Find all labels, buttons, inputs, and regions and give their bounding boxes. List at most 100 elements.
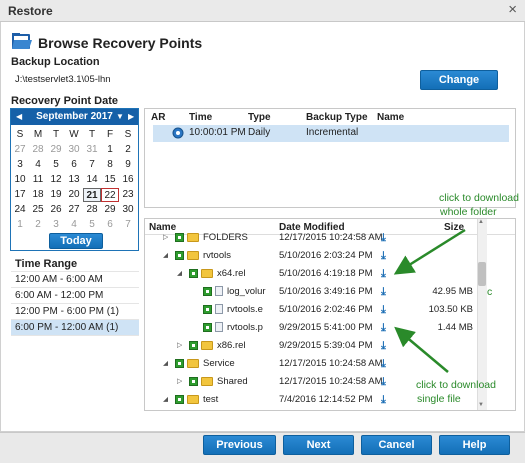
expand-toggle-icon[interactable]: ▷ xyxy=(163,229,168,247)
calendar-day[interactable]: 25 xyxy=(29,203,47,217)
calendar-day[interactable]: 27 xyxy=(11,143,29,157)
calendar-day[interactable]: 11 xyxy=(29,173,47,187)
calendar-day[interactable]: 29 xyxy=(101,203,119,217)
column-header-ar[interactable]: AR xyxy=(151,112,165,123)
annotation-arrow-file xyxy=(394,326,449,373)
calendar-day[interactable]: 12 xyxy=(47,173,65,187)
recovery-point-icon xyxy=(172,127,184,139)
window-titlebar: Restore × xyxy=(0,0,525,22)
cancel-button[interactable]: Cancel xyxy=(361,435,432,455)
column-header-name[interactable]: Name xyxy=(377,112,404,123)
calendar-day[interactable]: 30 xyxy=(65,143,83,157)
calendar-day[interactable]: 19 xyxy=(47,188,65,202)
calendar-day[interactable]: 4 xyxy=(65,218,83,232)
calendar-day[interactable]: 24 xyxy=(11,203,29,217)
annotation-file-line2: single file xyxy=(417,393,461,405)
prev-month-icon[interactable]: ◀ xyxy=(16,109,22,125)
annotation-file-line1: click to download xyxy=(416,379,496,391)
expand-toggle-icon[interactable]: ▷ xyxy=(177,337,182,355)
table-row[interactable]: 10:00:01 PM Daily Incremental xyxy=(153,125,509,142)
expand-toggle-icon[interactable]: ◢ xyxy=(177,265,182,283)
column-header-backup-type[interactable]: Backup Type xyxy=(306,112,368,123)
expand-toggle-icon[interactable]: ◢ xyxy=(163,247,168,265)
calendar-day[interactable]: 13 xyxy=(65,173,83,187)
select-checkbox[interactable] xyxy=(203,301,212,319)
previous-button[interactable]: Previous xyxy=(203,435,276,455)
item-date-modified: 7/4/2016 12:14:52 PM xyxy=(279,394,373,405)
calendar-day[interactable]: 3 xyxy=(47,218,65,232)
weekday-label: T xyxy=(52,129,60,140)
time-range-item[interactable]: 12:00 PM - 6:00 PM (1) xyxy=(11,304,139,320)
calendar-day[interactable]: 26 xyxy=(47,203,65,217)
recovery-point-date-label: Recovery Point Date xyxy=(11,95,118,107)
time-range-item[interactable]: 12:00 AM - 6:00 AM xyxy=(11,272,139,288)
file-icon xyxy=(215,283,223,301)
select-checkbox[interactable] xyxy=(203,319,212,337)
change-button[interactable]: Change xyxy=(420,70,498,90)
calendar-day[interactable]: 8 xyxy=(101,158,119,172)
calendar-day[interactable]: 1 xyxy=(11,218,29,232)
calendar-day[interactable]: 31 xyxy=(83,143,101,157)
calendar-day[interactable]: 6 xyxy=(101,218,119,232)
calendar-day[interactable]: 3 xyxy=(11,158,29,172)
calendar-day[interactable]: 7 xyxy=(119,218,137,232)
time-range-item-selected[interactable]: 6:00 PM - 12:00 AM (1) xyxy=(11,320,139,336)
help-button[interactable]: Help xyxy=(439,435,510,455)
month-dropdown-icon[interactable]: ▼ xyxy=(116,109,124,125)
calendar-day[interactable]: 30 xyxy=(119,203,137,217)
weekday-label: W xyxy=(69,129,79,140)
recovery-point-backup-type: Incremental xyxy=(306,127,359,138)
calendar-day[interactable]: 5 xyxy=(83,218,101,232)
time-range-item[interactable]: 6:00 AM - 12:00 PM xyxy=(11,288,139,304)
calendar-day[interactable]: 15 xyxy=(101,173,119,187)
calendar-day[interactable]: 5 xyxy=(47,158,65,172)
calendar-day[interactable]: 18 xyxy=(29,188,47,202)
expand-toggle-icon[interactable]: ▷ xyxy=(177,373,182,391)
download-icon[interactable]: ⤓ xyxy=(381,391,386,409)
calendar-day[interactable]: 9 xyxy=(119,158,137,172)
select-checkbox[interactable] xyxy=(175,355,184,373)
calendar-day[interactable]: 2 xyxy=(29,218,47,232)
calendar-day[interactable]: 2 xyxy=(119,143,137,157)
calendar-day[interactable]: 22 xyxy=(101,188,119,202)
annotation-arrows xyxy=(393,228,466,373)
calendar-day[interactable]: 7 xyxy=(83,158,101,172)
close-icon[interactable]: × xyxy=(508,1,517,18)
calendar-day[interactable]: 1 xyxy=(101,143,119,157)
select-checkbox[interactable] xyxy=(189,337,198,355)
today-button[interactable]: Today xyxy=(49,233,103,249)
annotation-arrow-folder xyxy=(393,228,466,275)
select-checkbox[interactable] xyxy=(175,391,184,409)
select-checkbox[interactable] xyxy=(189,373,198,391)
select-checkbox[interactable] xyxy=(175,229,184,247)
next-button[interactable]: Next xyxy=(283,435,354,455)
next-month-icon[interactable]: ▶ xyxy=(128,109,134,125)
weekday-label: S xyxy=(124,129,132,140)
calendar-day[interactable]: 28 xyxy=(29,143,47,157)
calendar-day[interactable]: 6 xyxy=(65,158,83,172)
select-checkbox[interactable] xyxy=(189,265,198,283)
item-date-modified: 9/29/2015 5:41:00 PM xyxy=(279,322,373,333)
select-checkbox[interactable] xyxy=(175,247,184,265)
scroll-down-icon[interactable]: ▼ xyxy=(478,402,484,408)
calendar-day[interactable]: 16 xyxy=(119,173,137,187)
calendar-day[interactable]: 27 xyxy=(65,203,83,217)
weekday-label: S xyxy=(16,129,24,140)
window-title: Restore xyxy=(8,4,53,18)
select-checkbox[interactable] xyxy=(203,283,212,301)
calendar-day[interactable]: 14 xyxy=(83,173,101,187)
calendar-day[interactable]: 29 xyxy=(47,143,65,157)
calendar-day[interactable]: 23 xyxy=(119,188,137,202)
calendar-day[interactable]: 28 xyxy=(83,203,101,217)
calendar-day[interactable]: 4 xyxy=(29,158,47,172)
expand-toggle-icon[interactable]: ◢ xyxy=(163,355,168,373)
expand-toggle-icon[interactable]: ◢ xyxy=(163,391,168,409)
calendar-day[interactable]: 21 xyxy=(83,188,101,202)
calendar-day[interactable]: 17 xyxy=(11,188,29,202)
column-header-type[interactable]: Type xyxy=(248,112,271,123)
column-header-time[interactable]: Time xyxy=(189,112,212,123)
calendar-day[interactable]: 20 xyxy=(65,188,83,202)
item-date-modified: 12/17/2015 10:24:58 AM xyxy=(279,232,383,243)
folder-open-icon xyxy=(12,33,32,49)
calendar-day[interactable]: 10 xyxy=(11,173,29,187)
